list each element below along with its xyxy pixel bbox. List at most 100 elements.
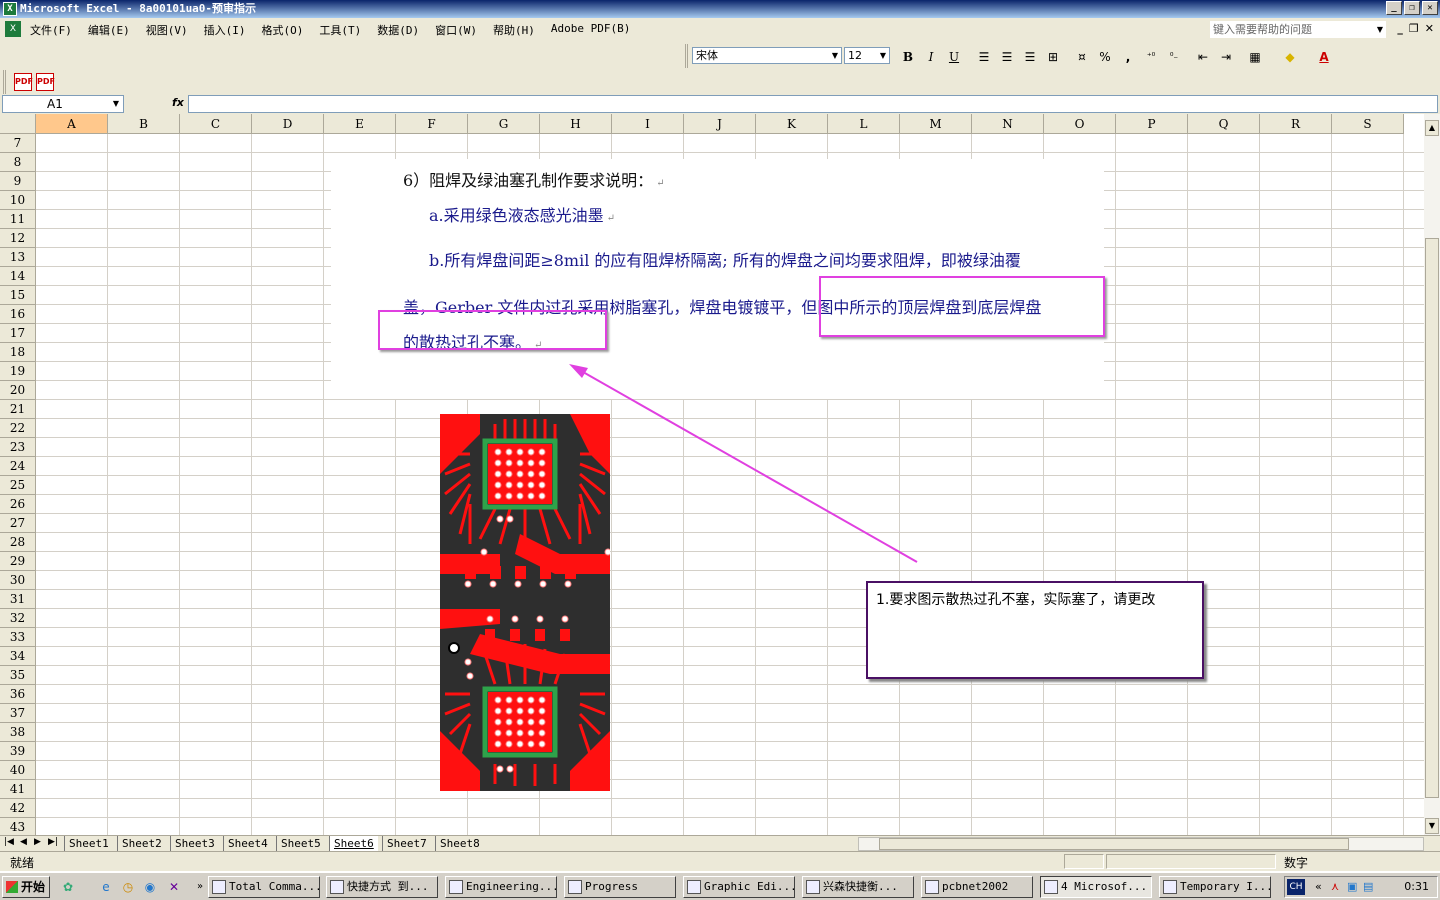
row-header[interactable]: 23 [0,438,36,457]
increase-decimal-icon[interactable]: ⁺⁰ [1141,48,1161,66]
row-header[interactable]: 16 [0,305,36,324]
row-header[interactable]: 24 [0,457,36,476]
menu-item[interactable]: 窗口(W) [435,22,477,38]
first-sheet-icon[interactable]: |◀ [4,837,14,847]
row-header[interactable]: 30 [0,571,36,590]
column-header[interactable]: S [1332,114,1404,134]
menu-item[interactable]: 插入(I) [204,22,246,38]
workbook-minimize-button[interactable]: _ [1397,22,1403,35]
row-header[interactable]: 22 [0,419,36,438]
taskbar-button[interactable]: pcbnet2002 [921,876,1033,898]
clock-app-icon[interactable]: ◷ [120,879,136,895]
row-header[interactable]: 7 [0,134,36,153]
menu-item[interactable]: 编辑(E) [88,22,130,38]
scroll-up-icon[interactable]: ▲ [1425,120,1439,136]
browser-icon[interactable]: ◉ [142,879,158,895]
column-header[interactable]: N [972,114,1044,134]
taskbar-button[interactable]: 4 Microsof... [1040,876,1152,898]
chevron-down-icon[interactable]: ▼ [830,48,840,63]
column-header[interactable]: M [900,114,972,134]
insert-function-button[interactable]: fx [172,96,184,109]
row-header[interactable]: 20 [0,381,36,400]
bold-button[interactable]: B [898,48,918,66]
row-header[interactable]: 34 [0,647,36,666]
taskbar-button[interactable]: Progress [564,876,676,898]
cell-area[interactable]: 6）阻焊及绿油塞孔制作要求说明： ↵ a.采用绿色液态感光油墨 ↵ b.所有焊盘间距… [36,134,1424,835]
select-all-corner[interactable] [0,114,36,134]
row-header[interactable]: 25 [0,476,36,495]
menu-item[interactable]: 帮助(H) [493,22,535,38]
align-right-icon[interactable]: ☰ [1020,48,1040,66]
column-header[interactable]: I [612,114,684,134]
fill-color-icon[interactable]: ◆ [1280,48,1300,66]
font-size-combo[interactable]: 12 ▼ [844,47,890,64]
row-header[interactable]: 43 [0,818,36,835]
align-center-icon[interactable]: ☰ [997,48,1017,66]
start-button[interactable]: 开始 [2,876,50,898]
taskbar-button[interactable]: Engineering... [445,876,557,898]
workbook-close-button[interactable]: ✕ [1425,22,1434,35]
menu-item[interactable]: 工具(T) [319,22,361,38]
chevron-down-icon[interactable]: ▼ [113,96,119,112]
row-header[interactable]: 21 [0,400,36,419]
convert-and-email-pdf-icon[interactable]: PDF [36,73,55,91]
italic-button[interactable]: I [921,48,941,66]
column-header[interactable]: H [540,114,612,134]
percent-button[interactable]: % [1095,48,1115,66]
align-left-icon[interactable]: ☰ [974,48,994,66]
scroll-down-icon[interactable]: ▼ [1425,818,1439,834]
column-header[interactable]: P [1116,114,1188,134]
language-indicator[interactable]: CH [1287,879,1305,895]
sheet-tab[interactable]: Sheet5 [276,836,325,851]
row-header[interactable]: 13 [0,248,36,267]
row-header[interactable]: 36 [0,685,36,704]
sheet-tab[interactable]: Sheet8 [435,836,484,851]
row-header[interactable]: 41 [0,780,36,799]
name-box[interactable]: A1 ▼ [2,95,124,113]
vertical-scrollbar[interactable]: ▲ ▼ [1424,114,1440,835]
row-header[interactable]: 37 [0,704,36,723]
next-sheet-icon[interactable]: ▶ [34,837,41,847]
merge-center-icon[interactable]: ⊞ [1043,48,1063,66]
column-header[interactable]: D [252,114,324,134]
menu-item[interactable]: 视图(V) [146,22,188,38]
menu-item[interactable]: Adobe PDF(B) [551,22,630,38]
row-header[interactable]: 14 [0,267,36,286]
row-header[interactable]: 39 [0,742,36,761]
quicklaunch-app-icon[interactable]: ✿ [60,879,76,895]
underline-button[interactable]: U [944,48,964,66]
row-header[interactable]: 31 [0,590,36,609]
menu-item[interactable]: 数据(D) [377,22,419,38]
row-header[interactable]: 33 [0,628,36,647]
more-quicklaunch-icon[interactable]: » [192,879,208,895]
font-color-icon[interactable]: A [1314,48,1334,66]
worksheet-grid[interactable]: ABCDEFGHIJKLMNOPQRS 7 8 9 10 11 12 13 14 15 16 17 1… [0,114,1424,835]
decrease-indent-icon[interactable]: ⇤ [1193,48,1213,66]
row-header[interactable]: 35 [0,666,36,685]
taskbar-button[interactable]: 兴森快捷衡... [802,876,914,898]
sheet-tab[interactable]: Sheet3 [170,836,219,851]
restore-button[interactable]: ❐ [1404,1,1420,15]
ie-icon[interactable]: e [98,879,114,895]
row-header[interactable]: 10 [0,191,36,210]
comma-style-button[interactable]: , [1118,48,1138,66]
row-header[interactable]: 17 [0,324,36,343]
column-header[interactable]: E [324,114,396,134]
column-header[interactable]: R [1260,114,1332,134]
tray-network-icon[interactable]: ▣ [1347,880,1357,893]
close-x-app-icon[interactable]: ✕ [166,879,182,895]
column-header[interactable]: B [108,114,180,134]
column-header[interactable]: A [36,114,108,134]
tray-expand-icon[interactable]: « [1315,880,1322,893]
row-header[interactable]: 40 [0,761,36,780]
chevron-down-icon[interactable]: ▼ [1377,22,1383,37]
sheet-tab[interactable]: Sheet4 [223,836,272,851]
row-header[interactable]: 18 [0,343,36,362]
row-header[interactable]: 11 [0,210,36,229]
close-button[interactable]: ✕ [1422,1,1438,15]
taskbar-button[interactable]: Temporary I... [1159,876,1271,898]
currency-icon[interactable]: ¤ [1072,48,1092,66]
row-header[interactable]: 32 [0,609,36,628]
menu-item[interactable]: 文件(F) [30,22,72,38]
prev-sheet-icon[interactable]: ◀ [20,837,27,847]
